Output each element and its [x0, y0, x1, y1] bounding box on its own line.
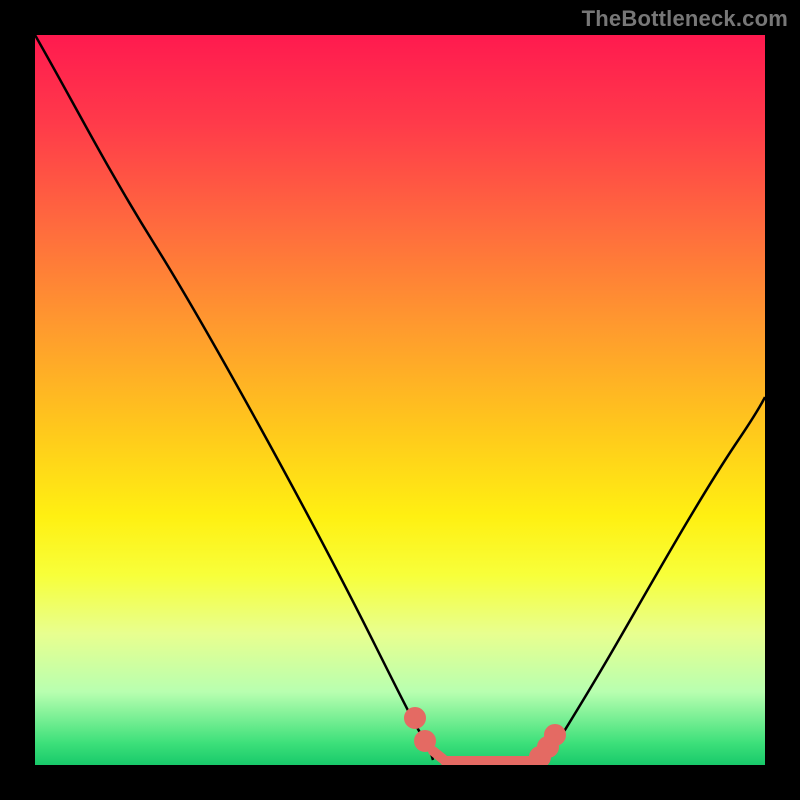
left-curve [35, 35, 433, 760]
curve-layer [35, 35, 765, 765]
chart-frame: TheBottleneck.com [0, 0, 800, 800]
right-curve [547, 397, 765, 760]
gradient-plot-area [35, 35, 765, 765]
highlight-markers [409, 712, 561, 763]
watermark-text: TheBottleneck.com [582, 6, 788, 32]
